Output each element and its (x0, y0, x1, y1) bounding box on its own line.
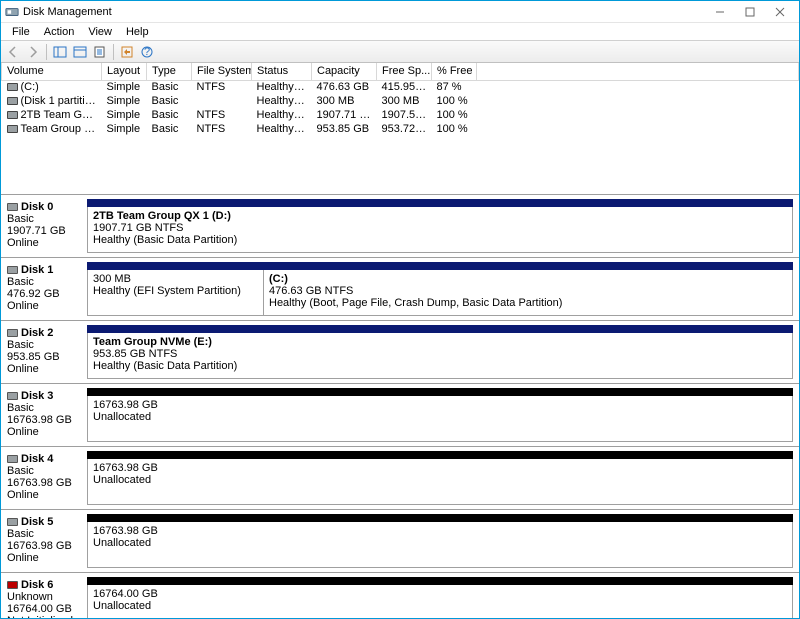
volume-row[interactable]: (Disk 1 partition 1)SimpleBasicHealthy (… (2, 94, 799, 108)
window-title: Disk Management (23, 6, 112, 18)
disk-icon (7, 392, 18, 400)
disk-icon (7, 203, 18, 211)
volume-row[interactable]: Team Group NVM...SimpleBasicNTFSHealthy … (2, 122, 799, 136)
disk-info: Disk 2Basic953.85 GBOnline (7, 325, 87, 379)
partition[interactable]: 16763.98 GBUnallocated (88, 396, 792, 441)
disk-stripe (87, 388, 793, 396)
menu-action[interactable]: Action (37, 25, 82, 39)
drive-icon (7, 111, 18, 119)
disk-icon (7, 455, 18, 463)
toolbar: ? (1, 41, 799, 63)
disk-info: Disk 0Basic1907.71 GBOnline (7, 199, 87, 253)
partition[interactable]: Team Group NVMe (E:)953.85 GB NTFSHealth… (88, 333, 792, 378)
disk-stripe (87, 199, 793, 207)
col-filesystem[interactable]: File System (192, 63, 252, 80)
drive-icon (7, 97, 18, 105)
disk-icon (7, 581, 18, 589)
partition[interactable]: 16763.98 GBUnallocated (88, 459, 792, 504)
drive-icon (7, 125, 18, 133)
maximize-button[interactable] (735, 2, 765, 22)
disk-icon (7, 329, 18, 337)
disk-row[interactable]: Disk 5Basic16763.98 GBOnline16763.98 GBU… (1, 510, 799, 573)
help-button[interactable]: ? (138, 43, 156, 61)
disk-row[interactable]: Disk 1Basic476.92 GBOnline300 MBHealthy … (1, 258, 799, 321)
disk-stripe (87, 325, 793, 333)
menubar: File Action View Help (1, 23, 799, 41)
col-volume[interactable]: Volume (2, 63, 102, 80)
disk-info: Disk 3Basic16763.98 GBOnline (7, 388, 87, 442)
disk-icon (7, 518, 18, 526)
nav-back-button[interactable] (4, 43, 22, 61)
col-type[interactable]: Type (147, 63, 192, 80)
titlebar: Disk Management (1, 1, 799, 23)
disk-graphical-view[interactable]: Disk 0Basic1907.71 GBOnline2TB Team Grou… (1, 195, 799, 618)
disk-stripe (87, 577, 793, 585)
menu-help[interactable]: Help (119, 25, 156, 39)
disk-info: Disk 4Basic16763.98 GBOnline (7, 451, 87, 505)
nav-forward-button[interactable] (24, 43, 42, 61)
minimize-button[interactable] (705, 2, 735, 22)
menu-file[interactable]: File (5, 25, 37, 39)
show-hide-button[interactable] (51, 43, 69, 61)
col-status[interactable]: Status (252, 63, 312, 80)
menu-view[interactable]: View (81, 25, 119, 39)
col-layout[interactable]: Layout (102, 63, 147, 80)
partition[interactable]: 16764.00 GBUnallocated (88, 585, 792, 618)
disk-row[interactable]: Disk 3Basic16763.98 GBOnline16763.98 GBU… (1, 384, 799, 447)
drive-icon (7, 83, 18, 91)
disk-row[interactable]: Disk 0Basic1907.71 GBOnline2TB Team Grou… (1, 195, 799, 258)
col-pctfree[interactable]: % Free (432, 63, 477, 80)
col-free[interactable]: Free Sp... (377, 63, 432, 80)
disk-stripe (87, 262, 793, 270)
refresh-button[interactable] (71, 43, 89, 61)
svg-text:?: ? (144, 46, 150, 58)
close-button[interactable] (765, 2, 795, 22)
partition[interactable]: 300 MBHealthy (EFI System Partition) (88, 270, 264, 315)
disk-stripe (87, 514, 793, 522)
volume-row[interactable]: (C:)SimpleBasicNTFSHealthy (B...476.63 G… (2, 80, 799, 94)
disk-row[interactable]: Disk 6Unknown16764.00 GBNot Initialized1… (1, 573, 799, 618)
disk-icon (7, 266, 18, 274)
disk-stripe (87, 451, 793, 459)
partition[interactable]: 2TB Team Group QX 1 (D:)1907.71 GB NTFSH… (88, 207, 792, 252)
volume-list[interactable]: Volume Layout Type File System Status Ca… (1, 63, 799, 195)
volume-row[interactable]: 2TB Team Group ...SimpleBasicNTFSHealthy… (2, 108, 799, 122)
col-capacity[interactable]: Capacity (312, 63, 377, 80)
disk-row[interactable]: Disk 2Basic953.85 GBOnlineTeam Group NVM… (1, 321, 799, 384)
app-icon (5, 5, 19, 19)
disk-row[interactable]: Disk 4Basic16763.98 GBOnline16763.98 GBU… (1, 447, 799, 510)
properties-button[interactable] (91, 43, 109, 61)
action-button[interactable] (118, 43, 136, 61)
partition[interactable]: (C:)476.63 GB NTFSHealthy (Boot, Page Fi… (264, 270, 792, 315)
disk-info: Disk 5Basic16763.98 GBOnline (7, 514, 87, 568)
disk-info: Disk 6Unknown16764.00 GBNot Initialized (7, 577, 87, 618)
partition[interactable]: 16763.98 GBUnallocated (88, 522, 792, 567)
disk-info: Disk 1Basic476.92 GBOnline (7, 262, 87, 316)
